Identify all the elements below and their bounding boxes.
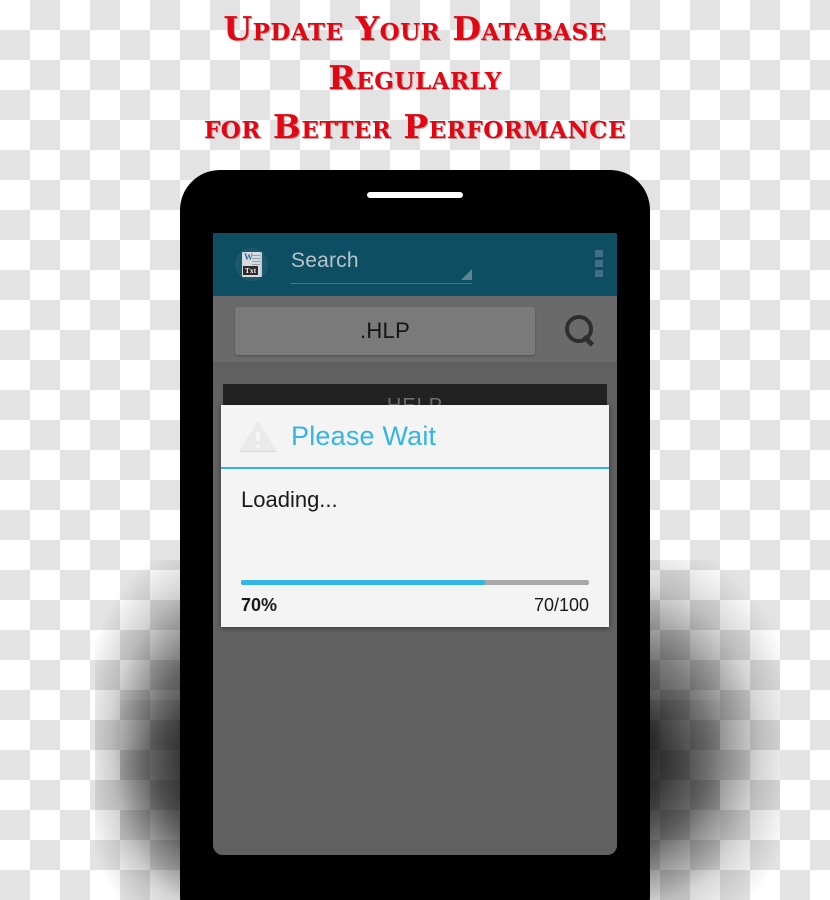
headline-line-2: Regularly xyxy=(328,58,502,97)
warning-exclamation-bar xyxy=(256,432,260,441)
headline-line-1: Update Your Database xyxy=(223,9,607,48)
dialog-message: Loading... xyxy=(241,487,338,512)
overflow-dot-2 xyxy=(595,260,603,267)
dialog-title: Please Wait xyxy=(291,420,437,451)
progress-count-label: 70/100 xyxy=(533,595,589,615)
progress-dialog: Please Wait Loading... 70% 70/100 xyxy=(221,405,609,627)
page-title: Update Your Database Regularly for Bette… xyxy=(0,4,830,151)
app-document-icon[interactable]: W Txt xyxy=(235,248,268,281)
smartphone-device: W Txt Search .HLP Please Wait Loading...… xyxy=(180,170,650,900)
magnifier-handle xyxy=(582,334,595,347)
search-icon[interactable] xyxy=(563,313,599,349)
search-spinner-label: Search xyxy=(291,249,359,272)
headline-line-3: for Better Performance xyxy=(203,107,627,146)
search-input[interactable]: .HLP xyxy=(235,307,535,355)
overflow-dot-3 xyxy=(595,270,603,277)
app-bar: W Txt Search xyxy=(213,233,617,296)
warning-exclamation-dot xyxy=(256,444,260,448)
chevron-down-icon xyxy=(461,269,472,280)
search-bar-row: .HLP xyxy=(213,296,617,362)
overflow-menu-icon[interactable] xyxy=(595,250,603,280)
progress-bar xyxy=(241,580,589,585)
canvas: Update Your Database Regularly for Bette… xyxy=(0,0,830,900)
earpiece-speaker xyxy=(367,192,463,198)
overflow-dot-1 xyxy=(595,250,603,257)
progress-bar-fill xyxy=(241,580,485,585)
document-page-shape: W Txt xyxy=(242,252,262,277)
search-category-spinner[interactable]: Search xyxy=(290,247,472,284)
warning-triangle-icon xyxy=(239,419,279,453)
dialog-title-row: Please Wait xyxy=(221,405,609,469)
progress-percent-label: 70% xyxy=(241,595,278,615)
phone-screen: W Txt Search .HLP Please Wait Loading...… xyxy=(213,233,617,855)
results-area: HELP Please Wait Loading... xyxy=(213,362,617,855)
search-input-value: .HLP xyxy=(359,318,411,343)
app-icon-filetype-label: Txt xyxy=(243,266,259,275)
